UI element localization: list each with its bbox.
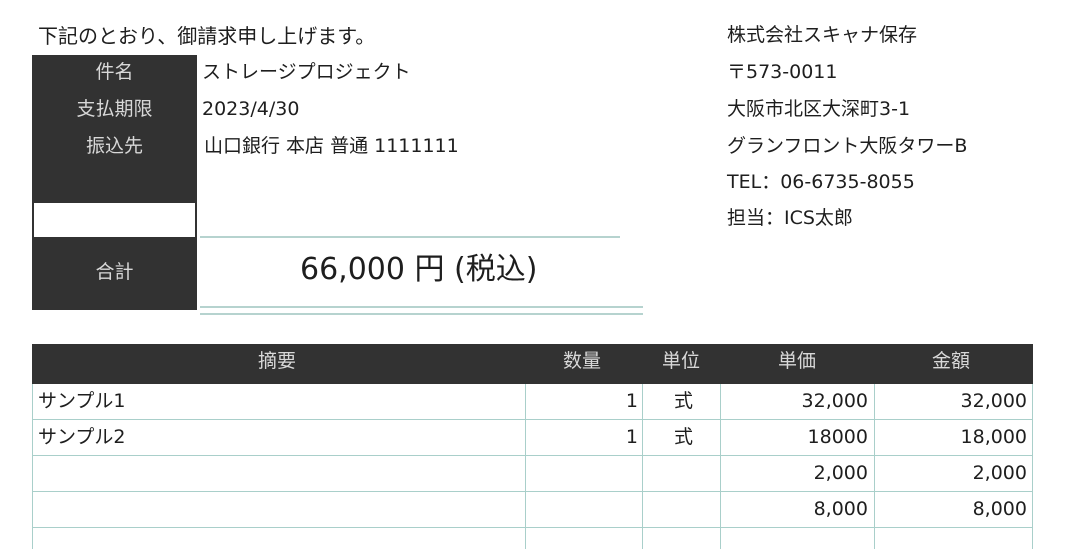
sender-contact: 担当：ICS太郎	[727, 207, 853, 229]
row1-description: サンプル1	[38, 390, 126, 412]
label-panel: 件名 支払期限 振込先	[32, 55, 197, 203]
row4-amount: 8,000	[972, 498, 1027, 520]
grid-line	[32, 455, 1033, 456]
label-due-date: 支払期限	[76, 98, 153, 120]
header-unit-price: 単価	[778, 350, 817, 372]
row3-amount: 2,000	[972, 462, 1027, 484]
header-quantity: 数量	[563, 350, 602, 372]
grid-line	[32, 384, 33, 549]
grid-line	[32, 527, 1033, 528]
label-spacer	[32, 203, 197, 237]
row4-unit-price: 8,000	[813, 498, 868, 520]
row2-unit: 式	[674, 426, 694, 448]
header-amount: 金額	[932, 350, 971, 372]
header-description: 摘要	[258, 350, 297, 372]
subject-value: ストレージプロジェクト	[202, 61, 411, 83]
grid-line	[1032, 384, 1033, 549]
divider-line	[200, 306, 643, 308]
sender-address-line2: グランフロント大阪タワーB	[727, 135, 968, 157]
label-subject: 件名	[95, 61, 134, 83]
sender-tel: TEL：06-6735-8055	[727, 171, 915, 193]
sender-address-line1: 大阪市北区大深町3-1	[727, 98, 911, 120]
row1-amount: 32,000	[960, 390, 1027, 412]
row1-quantity: 1	[625, 390, 638, 412]
sender-company: 株式会社スキャナ保存	[727, 24, 918, 46]
row2-amount: 18,000	[960, 426, 1027, 448]
due-date-value: 2023/4/30	[202, 98, 300, 120]
label-total-panel: 合計	[32, 237, 197, 310]
label-total: 合計	[95, 261, 134, 283]
row2-quantity: 1	[625, 426, 638, 448]
row3-unit-price: 2,000	[813, 462, 868, 484]
divider-line	[200, 313, 643, 315]
label-bank: 振込先	[85, 135, 143, 157]
grid-line	[32, 491, 1033, 492]
grid-line	[720, 384, 721, 549]
row1-unit: 式	[674, 390, 694, 412]
divider-line	[200, 236, 620, 238]
row2-unit-price: 18000	[807, 426, 868, 448]
grid-line	[642, 384, 643, 549]
row1-unit-price: 32,000	[801, 390, 868, 412]
total-amount: 66,000 円 (税込)	[300, 252, 538, 287]
row2-description: サンプル2	[38, 426, 126, 448]
header-unit: 単位	[662, 350, 701, 372]
intro-text: 下記のとおり、御請求申し上げます。	[38, 24, 376, 48]
grid-line	[525, 384, 526, 549]
grid-line	[874, 384, 875, 549]
bank-value: 山口銀行 本店 普通 1111111	[204, 135, 459, 157]
table-header	[32, 344, 1033, 384]
grid-line	[32, 419, 1033, 420]
sender-postal: 〒573-0011	[727, 61, 838, 83]
